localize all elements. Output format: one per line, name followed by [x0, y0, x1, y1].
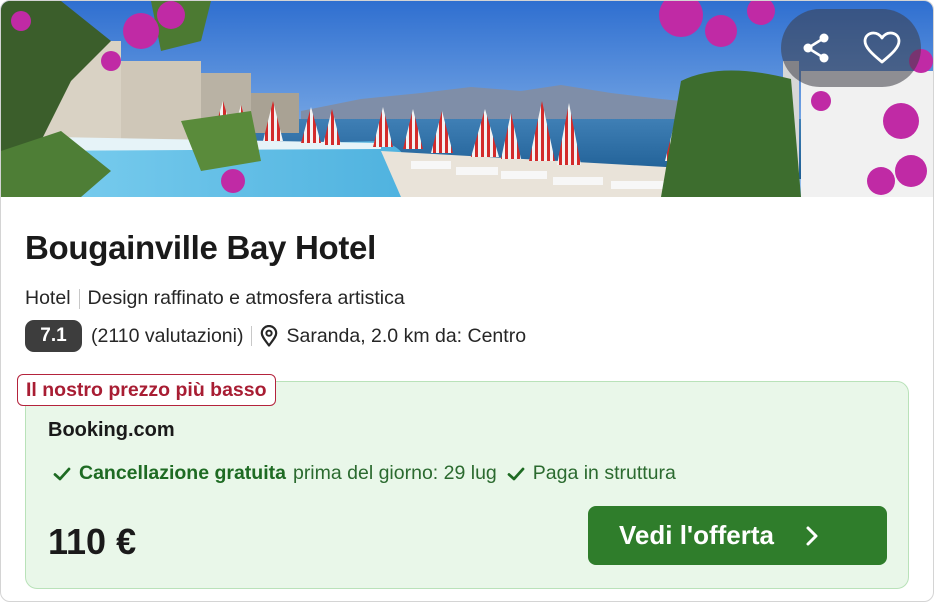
- view-deal-button[interactable]: Vedi l'offerta: [588, 506, 887, 565]
- chevron-right-icon: [805, 525, 819, 547]
- hotel-photo[interactable]: [1, 1, 933, 197]
- share-button[interactable]: [791, 23, 841, 73]
- view-deal-label: Vedi l'offerta: [619, 520, 774, 550]
- photo-actions: [781, 9, 921, 87]
- hotel-location[interactable]: Saranda, 2.0 km da: Centro: [286, 325, 526, 348]
- divider: [251, 326, 253, 346]
- price: 110 €: [48, 521, 137, 562]
- rating-badge[interactable]: 7.1: [25, 320, 82, 352]
- free-cancellation: Cancellazione gratuita prima del giorno:…: [53, 462, 497, 485]
- check-icon: [53, 466, 71, 482]
- free-cancellation-label: Cancellazione gratuita: [79, 462, 286, 484]
- divider: [78, 288, 80, 309]
- deal-perks: Cancellazione gratuita prima del giorno:…: [53, 462, 676, 485]
- rating-location-row: 7.1 (2110 valutazioni) Saranda, 2.0 km d…: [25, 319, 526, 353]
- share-icon: [799, 31, 833, 65]
- check-icon: [507, 466, 525, 482]
- hotel-name[interactable]: Bougainville Bay Hotel: [25, 229, 376, 267]
- favorite-button[interactable]: [857, 23, 907, 73]
- review-count[interactable]: (2110 valutazioni): [91, 325, 243, 348]
- pay-at-property: Paga in struttura: [507, 462, 676, 485]
- provider-name: Booking.com: [48, 419, 175, 441]
- hotel-card[interactable]: Bougainville Bay Hotel Hotel Design raff…: [0, 0, 934, 602]
- free-cancellation-detail: prima del giorno: 29 lug: [292, 462, 497, 484]
- hotel-type: Hotel: [25, 287, 71, 309]
- heart-icon: [863, 31, 901, 65]
- lowest-price-badge: Il nostro prezzo più basso: [17, 374, 276, 406]
- map-pin-icon: [260, 325, 278, 347]
- pay-at-property-label: Paga in struttura: [532, 462, 676, 484]
- hotel-tagline: Design raffinato e atmosfera artistica: [87, 287, 405, 309]
- hotel-description: Hotel Design raffinato e atmosfera artis…: [25, 287, 405, 310]
